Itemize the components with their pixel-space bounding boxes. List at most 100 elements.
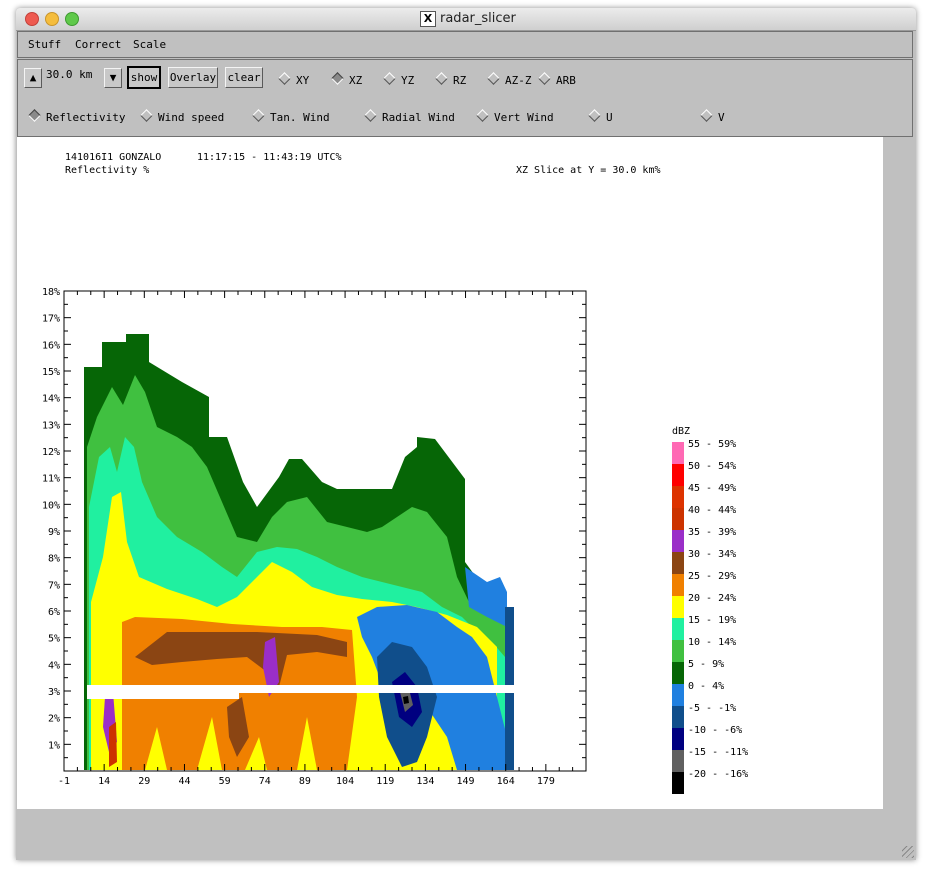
y-tick-label: 8% — [48, 554, 60, 565]
close-window-button[interactable] — [25, 12, 39, 26]
legend-label: 40 - 44% — [688, 505, 736, 516]
legend-label: 5 - 9% — [688, 659, 724, 670]
legend-swatch — [672, 442, 684, 464]
minimize-window-button[interactable] — [45, 12, 59, 26]
increase-distance-button[interactable]: ▲ — [24, 68, 42, 88]
y-tick-label: 5% — [48, 634, 60, 645]
field-v[interactable]: V — [700, 109, 725, 124]
y-tick-label: 3% — [48, 687, 60, 698]
x-tick-label: 89 — [299, 776, 311, 787]
radio-diamond-icon — [487, 72, 500, 85]
distance-value: 30.0 km — [46, 68, 93, 81]
header-field-label: Reflectivity % — [65, 165, 149, 176]
y-tick-label: 13% — [42, 420, 60, 431]
down-arrow-icon: ▼ — [109, 71, 117, 84]
header-storm-id: 141016I1 GONZALO — [65, 152, 161, 163]
field-vert-wind[interactable]: Vert Wind — [476, 109, 554, 124]
x-tick-label: 149 — [457, 776, 475, 787]
x-tick-label: 134 — [416, 776, 434, 787]
legend-swatch — [672, 662, 684, 684]
radar-slice-plot: 141016I1 GONZALO 11:17:15 - 11:43:19 UTC… — [42, 152, 748, 794]
legend-swatch — [672, 486, 684, 508]
app-window: X radar_slicer Stuff Correct Scale ▲ 30.… — [16, 8, 916, 860]
radio-diamond-icon — [140, 109, 153, 122]
missing-data-band — [87, 685, 514, 693]
legend-label: -10 - -6% — [688, 725, 742, 736]
y-tick-label: 17% — [42, 314, 60, 325]
legend-swatch — [672, 750, 684, 772]
y-tick-label: 4% — [48, 660, 60, 671]
dbz-legend: dBZ 55 - 59% 50 - 54% 45 - 49% 40 - 44% 35 - … — [672, 426, 748, 794]
slice-mode-rz[interactable]: RZ — [435, 72, 466, 87]
legend-swatch — [672, 618, 684, 640]
legend-swatch — [672, 706, 684, 728]
radio-diamond-icon — [538, 72, 551, 85]
x-tick-label: 59 — [219, 776, 231, 787]
legend-swatch — [672, 596, 684, 618]
legend-title: dBZ — [672, 426, 690, 437]
show-button[interactable]: show — [127, 66, 161, 89]
y-tick-label: 12% — [42, 447, 60, 458]
slice-mode-yz[interactable]: YZ — [383, 72, 414, 87]
radio-diamond-icon — [476, 109, 489, 122]
legend-label: 25 - 29% — [688, 571, 736, 582]
radio-diamond-icon — [588, 109, 601, 122]
slice-mode-arb[interactable]: ARB — [538, 72, 576, 87]
menu-bar: Stuff Correct Scale — [17, 31, 913, 58]
radio-diamond-icon — [28, 109, 41, 122]
window-title: radar_slicer — [440, 11, 516, 26]
y-tick-label: 7% — [48, 580, 60, 591]
title-bar: X radar_slicer — [16, 8, 916, 31]
radio-diamond-icon — [383, 72, 396, 85]
resize-grip-icon[interactable] — [902, 846, 914, 858]
header-slice-label: XZ Slice at Y = 30.0 km% — [516, 165, 661, 176]
decrease-distance-button[interactable]: ▼ — [104, 68, 122, 88]
y-tick-label: 2% — [48, 714, 60, 725]
legend-swatch — [672, 530, 684, 552]
field-tan-wind[interactable]: Tan. Wind — [252, 109, 330, 124]
legend-swatch — [672, 464, 684, 486]
field-u[interactable]: U — [588, 109, 613, 124]
x-tick-label: -1 — [58, 776, 70, 787]
slice-mode-az-z[interactable]: AZ-Z — [487, 72, 532, 87]
y-tick-label: 11% — [42, 474, 60, 485]
field-wind-speed[interactable]: Wind speed — [140, 109, 224, 124]
y-tick-label: 10% — [42, 500, 60, 511]
x-tick-label: 179 — [537, 776, 555, 787]
field-reflectivity[interactable]: Reflectivity — [28, 109, 125, 124]
menu-stuff[interactable]: Stuff — [28, 38, 61, 51]
legend-label: 55 - 59% — [688, 439, 736, 450]
x-tick-label: 74 — [259, 776, 271, 787]
legend-label: 15 - 19% — [688, 615, 736, 626]
menu-scale[interactable]: Scale — [133, 38, 166, 51]
y-tick-label: 9% — [48, 527, 60, 538]
zoom-window-button[interactable] — [65, 12, 79, 26]
x-tick-label: 119 — [376, 776, 394, 787]
toolbar: ▲ 30.0 km ▼ show Overlay clear XY XZ YZ … — [17, 59, 913, 137]
x-tick-label: 29 — [138, 776, 150, 787]
radio-diamond-icon — [435, 72, 448, 85]
y-tick-label: 14% — [42, 394, 60, 405]
legend-swatch — [672, 552, 684, 574]
slice-mode-xy[interactable]: XY — [278, 72, 309, 87]
vertical-scroll-area[interactable] — [884, 137, 914, 809]
legend-label: -15 - -11% — [688, 747, 748, 758]
legend-label: 45 - 49% — [688, 483, 736, 494]
slice-mode-xz[interactable]: XZ — [331, 72, 362, 87]
reflectivity-field — [84, 334, 514, 770]
x-tick-label: 164 — [497, 776, 515, 787]
overlay-button[interactable]: Overlay — [168, 67, 218, 88]
legend-label: -5 - -1% — [688, 703, 736, 714]
field-radial-wind[interactable]: Radial Wind — [364, 109, 455, 124]
missing-data-band-left — [87, 693, 239, 699]
clear-button[interactable]: clear — [225, 67, 263, 88]
plot-canvas[interactable]: 141016I1 GONZALO 11:17:15 - 11:43:19 UTC… — [17, 137, 883, 809]
legend-label: 0 - 4% — [688, 681, 724, 692]
legend-label: 20 - 24% — [688, 593, 736, 604]
legend-swatch — [672, 640, 684, 662]
y-tick-label: 18% — [42, 287, 60, 298]
y-tick-label: 6% — [48, 607, 60, 618]
y-tick-label: 15% — [42, 367, 60, 378]
up-arrow-icon: ▲ — [29, 71, 37, 84]
menu-correct[interactable]: Correct — [75, 38, 121, 51]
